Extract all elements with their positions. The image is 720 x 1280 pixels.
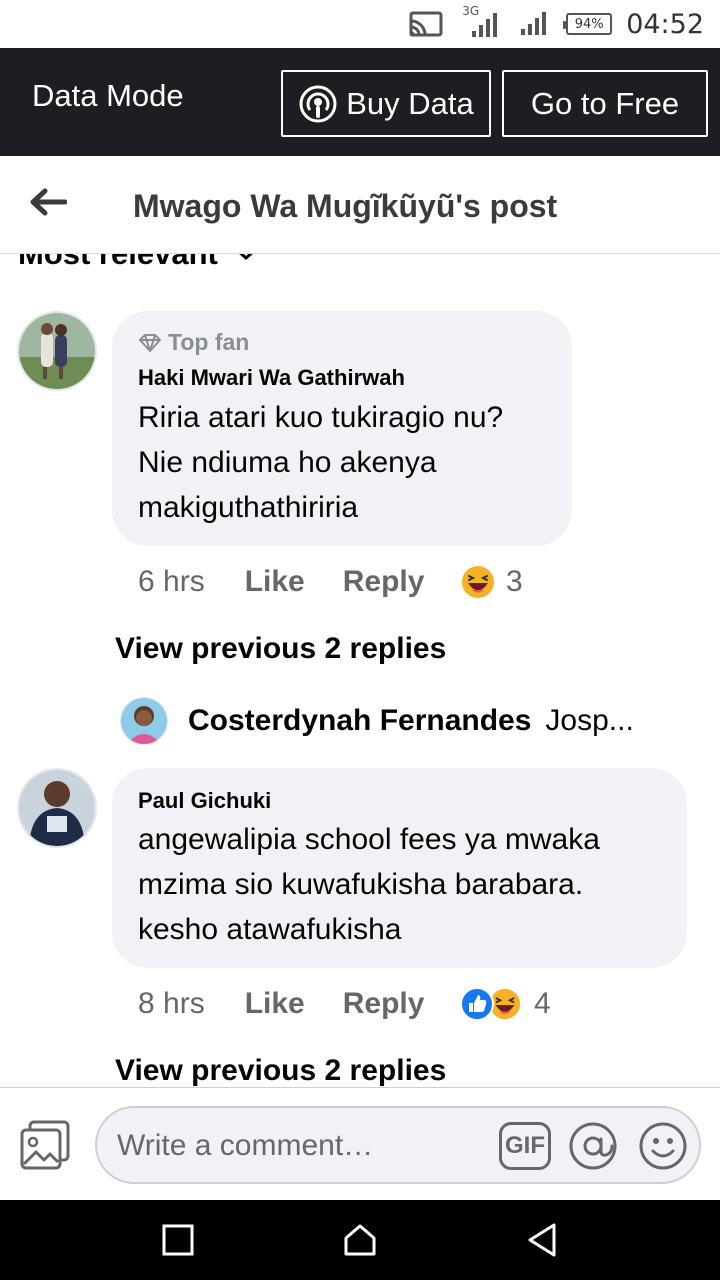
back-arrow-icon[interactable] bbox=[28, 184, 68, 220]
comment-line: Nie ndiuma ho akenya bbox=[138, 446, 437, 479]
reply-button[interactable]: Reply bbox=[343, 987, 425, 1021]
comment-timestamp: 6 hrs bbox=[138, 565, 205, 598]
android-nav-bar bbox=[0, 1200, 720, 1280]
comment-composer: GIF bbox=[0, 1087, 720, 1200]
buy-data-label: Buy Data bbox=[346, 85, 474, 121]
sort-dropdown[interactable]: Most relevant bbox=[18, 254, 258, 272]
reaction-count: 3 bbox=[506, 565, 523, 598]
go-to-free-label: Go to Free bbox=[530, 85, 680, 121]
comment-input-wrapper: GIF bbox=[95, 1106, 701, 1184]
network-type-label: 3G bbox=[462, 4, 480, 18]
data-mode-bar: Data Mode Buy Data Go to Free bbox=[0, 48, 720, 156]
comment-text: angewalipia school fees ya mwaka mzima s… bbox=[138, 817, 600, 952]
like-reaction-icon bbox=[460, 987, 494, 1021]
comment-bubble[interactable]: Top fan Haki Mwari Wa Gathirwah Riria at… bbox=[112, 311, 572, 546]
haha-emoji-icon bbox=[460, 564, 496, 600]
avatar[interactable] bbox=[17, 768, 97, 848]
go-to-free-button[interactable]: Go to Free bbox=[502, 70, 708, 137]
comment-line: angewalipia school fees ya mwaka bbox=[138, 823, 600, 856]
comment-author[interactable]: Paul Gichuki bbox=[138, 788, 271, 814]
page-title: Mwago Wa Mugĩkũyũ's post bbox=[133, 188, 558, 224]
view-previous-replies[interactable]: View previous 2 replies bbox=[115, 1054, 446, 1087]
reaction-summary[interactable]: 4 bbox=[460, 984, 551, 1024]
comment-line: makiguthathiriria bbox=[138, 491, 359, 524]
sort-label: Most relevant bbox=[18, 254, 218, 272]
comments-list[interactable]: Most relevant Top fan Haki Mwari Wa Gath… bbox=[0, 254, 720, 1087]
avatar[interactable] bbox=[120, 697, 168, 745]
comment-meta: 8 hrs Like Reply bbox=[138, 984, 424, 1024]
reply-author: Costerdynah Fernandes bbox=[188, 704, 532, 737]
signal-icon: 3G bbox=[462, 0, 502, 48]
like-button[interactable]: Like bbox=[245, 565, 305, 599]
comment-bubble[interactable]: Paul Gichuki angewalipia school fees ya … bbox=[112, 768, 687, 968]
comment-text: Riria atari kuo tukiragio nu? Nie ndiuma… bbox=[138, 395, 503, 530]
clock: 04:52 bbox=[626, 8, 704, 40]
buy-data-button[interactable]: Buy Data bbox=[281, 70, 491, 137]
reply-snippet: Josp... bbox=[545, 704, 634, 737]
comment-line: kesho atawafukisha bbox=[138, 913, 402, 946]
diamond-icon bbox=[138, 333, 162, 353]
at-icon[interactable] bbox=[567, 1120, 619, 1172]
comment-meta: 6 hrs Like Reply bbox=[138, 562, 424, 602]
nav-back-icon[interactable] bbox=[520, 1218, 564, 1262]
reaction-summary[interactable]: 3 bbox=[460, 562, 523, 602]
data-mode-label: Data Mode bbox=[32, 78, 184, 113]
photo-icon[interactable] bbox=[20, 1120, 72, 1170]
top-fan-label: Top fan bbox=[168, 329, 250, 355]
top-fan-badge: Top fan bbox=[138, 329, 249, 356]
reply-preview[interactable]: Costerdynah Fernandes Josp... bbox=[120, 696, 634, 746]
reply-button[interactable]: Reply bbox=[343, 565, 425, 599]
status-bar: 3G 94% 04:52 bbox=[0, 0, 720, 48]
chevron-down-icon bbox=[234, 254, 258, 262]
view-previous-replies[interactable]: View previous 2 replies bbox=[115, 632, 446, 666]
comment-line: mzima sio kuwafukisha barabara. bbox=[138, 868, 584, 901]
like-button[interactable]: Like bbox=[245, 987, 305, 1021]
battery-indicator: 94% bbox=[563, 13, 613, 35]
comment-author[interactable]: Haki Mwari Wa Gathirwah bbox=[138, 365, 405, 391]
cast-icon bbox=[408, 0, 444, 48]
nav-home-icon[interactable] bbox=[338, 1218, 382, 1262]
comment-input[interactable] bbox=[117, 1126, 497, 1166]
nav-recent-icon[interactable] bbox=[156, 1218, 200, 1262]
post-header: Mwago Wa Mugĩkũyũ's post bbox=[0, 156, 720, 254]
comment-timestamp: 8 hrs bbox=[138, 987, 205, 1020]
signal-icon bbox=[518, 0, 548, 48]
emoji-icon[interactable] bbox=[637, 1120, 689, 1172]
gif-button[interactable]: GIF bbox=[499, 1122, 551, 1170]
podcast-icon bbox=[298, 84, 338, 124]
reaction-count: 4 bbox=[534, 987, 551, 1020]
avatar[interactable] bbox=[17, 311, 97, 391]
comment-line: Riria atari kuo tukiragio nu? bbox=[138, 401, 504, 434]
